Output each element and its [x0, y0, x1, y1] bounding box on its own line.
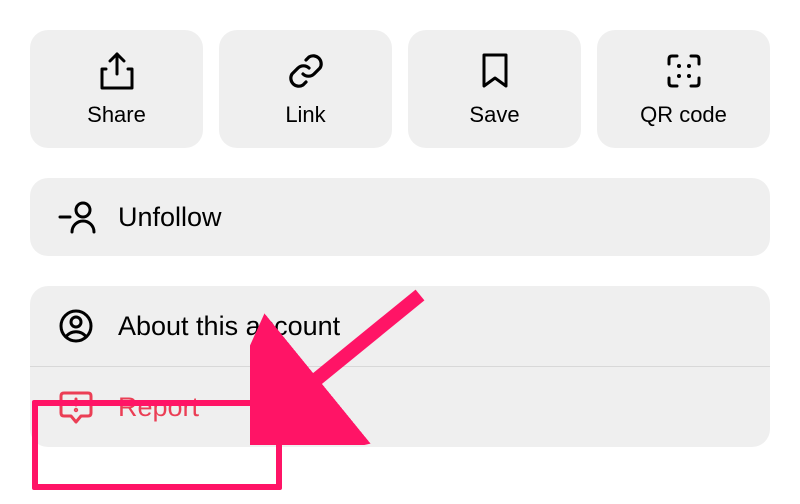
link-button[interactable]: Link	[219, 30, 392, 148]
unfollow-icon	[58, 200, 118, 234]
quick-actions-row: Share Link Save	[30, 30, 770, 148]
account-circle-icon	[58, 308, 118, 344]
save-label: Save	[469, 102, 519, 128]
about-account-button[interactable]: About this account	[30, 286, 770, 366]
group-unfollow: Unfollow	[30, 178, 770, 256]
qr-code-icon	[666, 50, 702, 92]
about-account-label: About this account	[118, 311, 340, 342]
report-button[interactable]: Report	[30, 366, 770, 447]
share-button[interactable]: Share	[30, 30, 203, 148]
link-label: Link	[285, 102, 325, 128]
share-label: Share	[87, 102, 146, 128]
unfollow-label: Unfollow	[118, 202, 222, 233]
unfollow-button[interactable]: Unfollow	[30, 178, 770, 256]
qr-code-label: QR code	[640, 102, 727, 128]
share-icon	[100, 50, 134, 92]
save-button[interactable]: Save	[408, 30, 581, 148]
bookmark-icon	[480, 50, 510, 92]
report-icon	[58, 389, 118, 425]
action-sheet: Share Link Save	[0, 0, 800, 447]
qr-code-button[interactable]: QR code	[597, 30, 770, 148]
group-account: About this account Report	[30, 286, 770, 447]
report-label: Report	[118, 392, 199, 423]
link-icon	[286, 50, 326, 92]
